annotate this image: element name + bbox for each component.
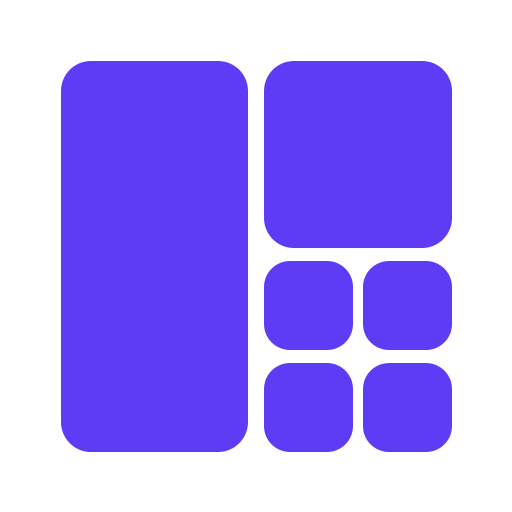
grid-layout-icon [61,61,452,452]
small-tile-top-left [264,261,353,350]
small-tile-top-right [363,261,452,350]
icon-canvas [0,0,512,512]
top-right-tile [264,61,452,248]
small-tile-bottom-left [264,363,353,452]
small-tile-bottom-right [363,363,452,452]
tall-left-tile [61,61,248,452]
